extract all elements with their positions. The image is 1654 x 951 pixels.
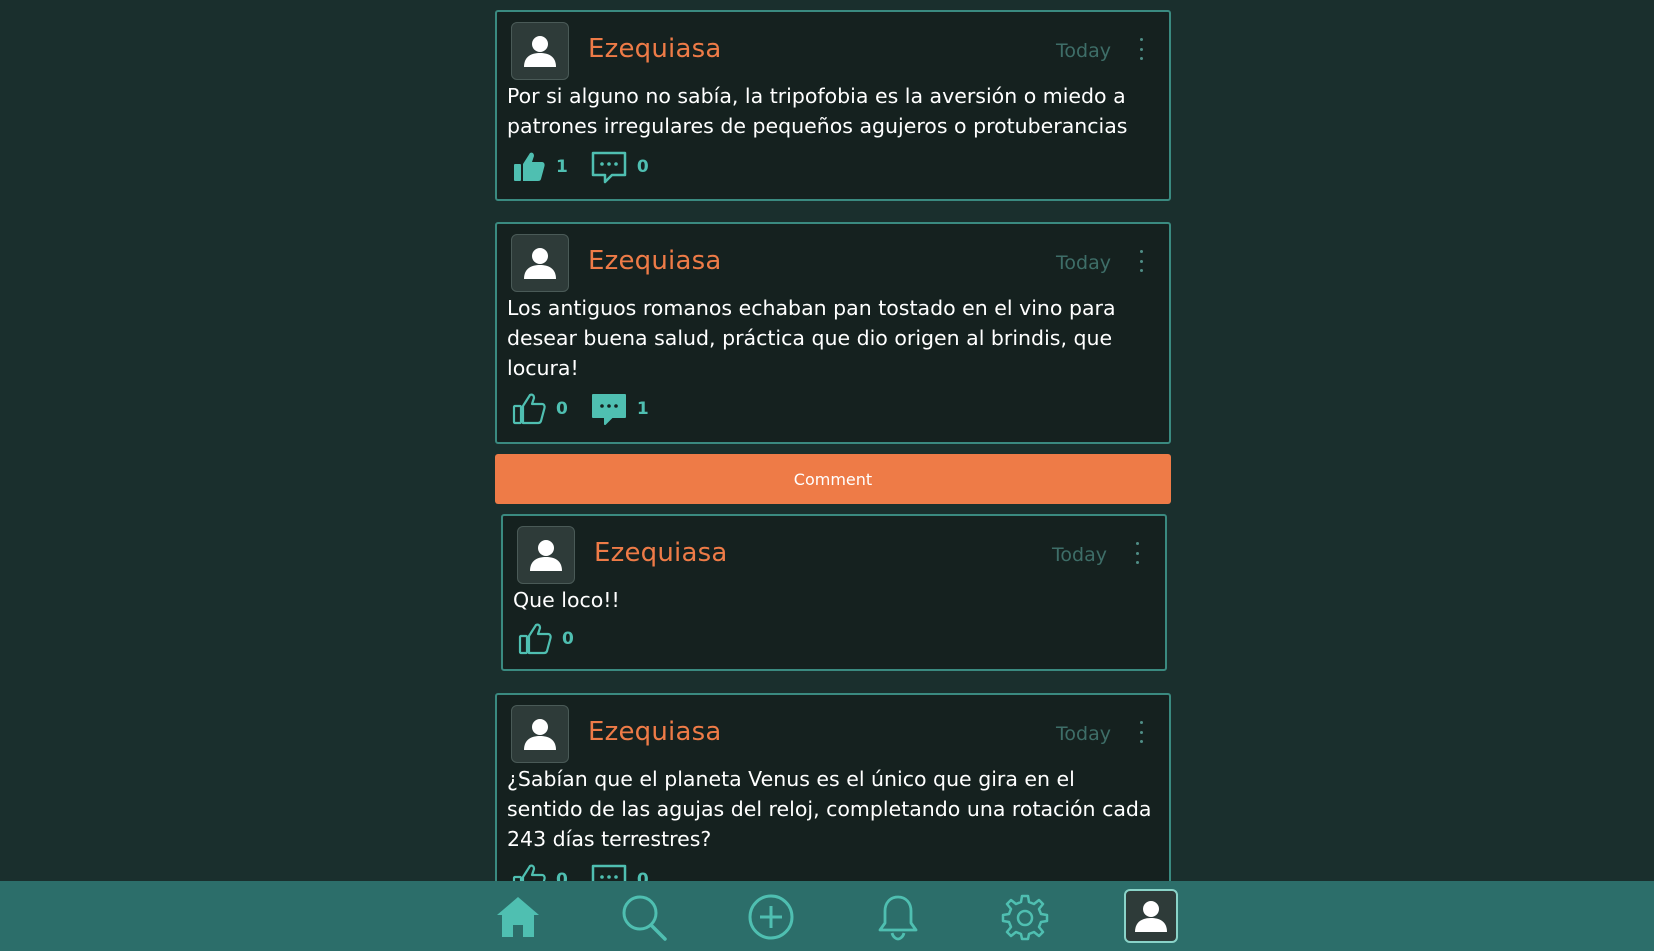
- thumbs-up-icon: [512, 393, 546, 425]
- like-count: 0: [562, 629, 574, 649]
- nav-settings[interactable]: [998, 891, 1052, 943]
- user-icon: [524, 36, 556, 67]
- avatar[interactable]: [511, 234, 569, 292]
- post-card: Ezequiasa Today Los antiguos romanos ech…: [495, 222, 1171, 444]
- user-icon: [530, 540, 562, 571]
- gear-icon: [1001, 894, 1049, 941]
- reply-time: Today: [1052, 544, 1107, 566]
- post-header: Ezequiasa Today: [511, 234, 1155, 294]
- username[interactable]: Ezequiasa: [594, 538, 728, 568]
- nav-search[interactable]: [617, 891, 671, 943]
- post-time: Today: [1056, 252, 1111, 274]
- more-options-icon[interactable]: [1137, 250, 1145, 272]
- nav-create[interactable]: [744, 891, 798, 943]
- like-count: 0: [556, 399, 568, 419]
- reply-card: Ezequiasa Today Que loco!! 0: [501, 514, 1167, 671]
- comment-count: 0: [636, 157, 649, 177]
- nav-notifications[interactable]: [871, 891, 925, 943]
- home-icon: [497, 897, 539, 937]
- post-card: Ezequiasa Today Por si alguno no sabía, …: [495, 10, 1171, 201]
- reply-text: Que loco!!: [513, 588, 620, 612]
- username[interactable]: Ezequiasa: [588, 717, 722, 747]
- post-header: Ezequiasa Today: [511, 705, 1155, 765]
- thumbs-up-icon: [512, 864, 546, 881]
- bottom-nav: [0, 881, 1654, 951]
- search-icon: [622, 895, 667, 941]
- profile-icon: [1135, 901, 1167, 932]
- nav-profile[interactable]: [1124, 889, 1178, 943]
- post-text: ¿Sabían que el planeta Venus es el único…: [507, 767, 1152, 851]
- like-count: 1: [556, 157, 568, 177]
- more-options-icon[interactable]: [1137, 721, 1145, 743]
- feed[interactable]: Ezequiasa Today Por si alguno no sabía, …: [0, 0, 1654, 881]
- username[interactable]: Ezequiasa: [588, 34, 722, 64]
- post-actions: 0 1: [511, 389, 671, 429]
- like-button[interactable]: 1: [511, 149, 568, 185]
- like-button[interactable]: 0: [517, 621, 574, 657]
- reply-actions: 0: [517, 619, 596, 659]
- bell-icon: [878, 895, 918, 941]
- comment-outline-icon: [591, 864, 627, 881]
- more-options-icon[interactable]: [1137, 38, 1145, 60]
- comment-filled-icon: [591, 394, 626, 425]
- comment-count: 1: [636, 399, 649, 419]
- add-icon: [748, 894, 794, 940]
- post-text: Por si alguno no sabía, la tripofobia es…: [507, 84, 1128, 138]
- like-button[interactable]: 0: [511, 862, 568, 881]
- post-actions: 0 0: [511, 860, 671, 881]
- post-actions: 1 0: [511, 147, 671, 187]
- comments-button[interactable]: 0: [590, 150, 649, 184]
- thumbs-up-icon: [518, 623, 552, 655]
- user-icon: [524, 248, 556, 279]
- avatar[interactable]: [511, 705, 569, 763]
- post-time: Today: [1056, 40, 1111, 62]
- more-options-icon[interactable]: [1133, 542, 1141, 564]
- thumbs-up-filled-icon: [514, 152, 545, 181]
- like-count: 0: [556, 870, 568, 881]
- post-text: Los antiguos romanos echaban pan tostado…: [507, 296, 1116, 380]
- comment-count: 0: [636, 870, 649, 881]
- comment-outline-icon: [591, 151, 627, 184]
- reply-header: Ezequiasa Today: [517, 526, 1151, 586]
- comments-button[interactable]: 0: [590, 863, 649, 881]
- post-card: Ezequiasa Today ¿Sabían que el planeta V…: [495, 693, 1171, 881]
- avatar[interactable]: [517, 526, 575, 584]
- post-time: Today: [1056, 723, 1111, 745]
- nav-home[interactable]: [491, 891, 545, 943]
- avatar[interactable]: [511, 22, 569, 80]
- user-icon: [524, 719, 556, 750]
- comment-button[interactable]: Comment: [495, 454, 1171, 504]
- like-button[interactable]: 0: [511, 391, 568, 427]
- comments-button[interactable]: 1: [590, 392, 649, 426]
- post-header: Ezequiasa Today: [511, 22, 1155, 82]
- username[interactable]: Ezequiasa: [588, 246, 722, 276]
